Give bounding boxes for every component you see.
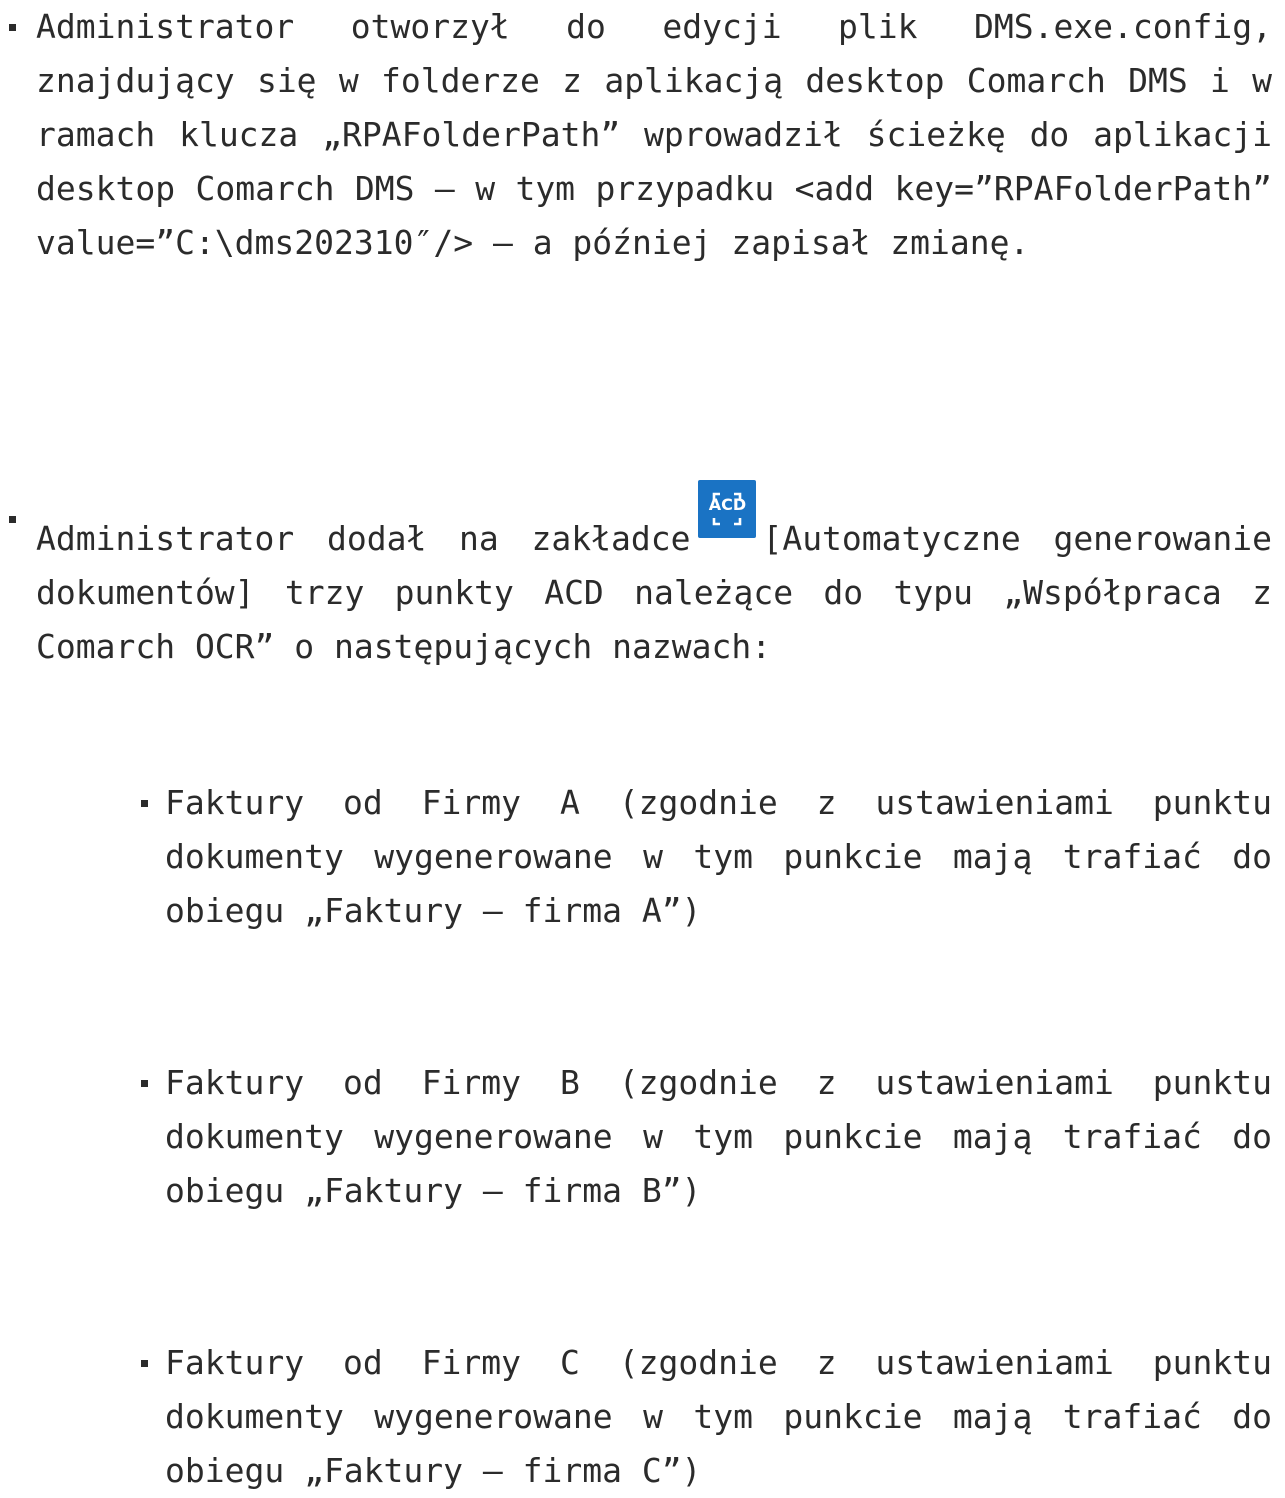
acd-icon-label: ACD	[708, 495, 747, 514]
list-item-text: Administrator dodał na zakładce ACD [Autom…	[36, 480, 1272, 674]
list-item-text: Faktury od Firmy C (zgodnie z ustawienia…	[165, 1343, 1272, 1490]
list-item-acd-points: Administrator dodał na zakładce ACD [Autom…	[36, 480, 1272, 674]
list-item-text: Faktury od Firmy B (zgodnie z ustawienia…	[165, 1063, 1272, 1210]
list-item-text: Faktury od Firmy A (zgodnie z ustawienia…	[165, 783, 1272, 930]
bullet-marker	[141, 1080, 148, 1087]
bullet-marker	[9, 516, 16, 523]
list-subitem-firm-a: Faktury od Firmy A (zgodnie z ustawienia…	[165, 776, 1272, 938]
bullet-marker	[141, 1360, 148, 1367]
list-subitem-firm-c: Faktury od Firmy C (zgodnie z ustawienia…	[165, 1336, 1272, 1498]
text-before-icon: Administrator dodał na zakładce	[36, 519, 691, 558]
acd-icon: ACD	[698, 480, 757, 538]
list-item-config-edit: Administrator otworzył do edycji plik DM…	[36, 0, 1272, 270]
list-subitem-firm-b: Faktury od Firmy B (zgodnie z ustawienia…	[165, 1056, 1272, 1218]
bullet-marker	[141, 800, 148, 807]
list-item-text: Administrator otworzył do edycji plik DM…	[36, 7, 1272, 262]
bullet-marker	[9, 24, 16, 31]
